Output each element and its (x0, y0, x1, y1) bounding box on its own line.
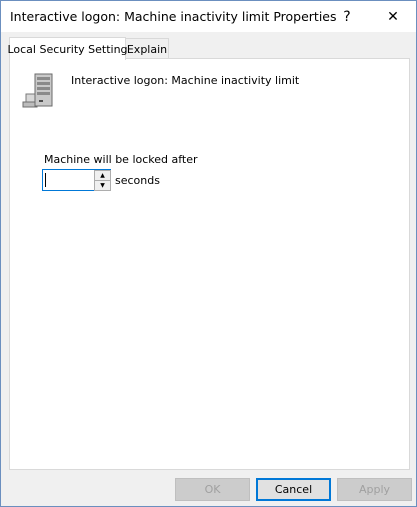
spin-down-button[interactable]: ▼ (94, 180, 111, 191)
tab-explain[interactable]: Explain (125, 38, 169, 59)
close-icon: ✕ (387, 8, 399, 25)
arrow-up-icon: ▲ (100, 171, 105, 179)
text-caret (45, 173, 46, 187)
ok-button[interactable]: OK (175, 478, 250, 501)
inactivity-seconds-input[interactable] (43, 170, 95, 190)
close-button[interactable]: ✕ (370, 1, 416, 32)
cancel-button[interactable]: Cancel (256, 478, 331, 501)
lock-after-label: Machine will be locked after (44, 153, 198, 166)
tab-panel: Interactive logon: Machine inactivity li… (9, 58, 410, 470)
help-button[interactable]: ? (324, 1, 370, 32)
seconds-unit-label: seconds (115, 174, 160, 187)
server-computer-icon (22, 73, 53, 108)
title-bar: Interactive logon: Machine inactivity li… (1, 1, 416, 32)
properties-dialog: Interactive logon: Machine inactivity li… (0, 0, 417, 507)
inactivity-seconds-stepper[interactable]: ▲ ▼ (42, 169, 111, 191)
arrow-down-icon: ▼ (100, 181, 105, 189)
tab-local-security-setting[interactable]: Local Security Setting (7, 37, 128, 60)
window-title: Interactive logon: Machine inactivity li… (10, 9, 337, 24)
policy-name: Interactive logon: Machine inactivity li… (71, 74, 300, 87)
apply-button[interactable]: Apply (337, 478, 412, 501)
